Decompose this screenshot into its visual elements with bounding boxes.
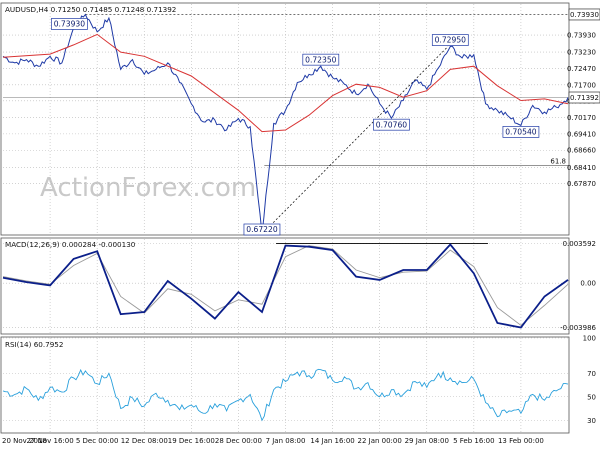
chart-root: AUDUSD,H4 0.71250 0.71485 0.71248 0.7139… [0,0,600,450]
price-annotation-label: 0.67220 [246,225,278,234]
y-tick-label: 0.68410 [567,164,596,172]
macd-panel-title: MACD(12,26,9) 0.000284 -0.000130 [5,240,136,249]
rsi-panel-title: RSI(14) 60.7952 [5,340,63,349]
x-tick-label: 5 Feb 16:00 [453,437,494,445]
y-tick-label: 0.70170 [567,114,596,122]
x-axis: 20 Nov 201827 Nov 16:00 5 Dec 00:00 12 Dec… [2,437,544,445]
x-tick-label: 27 Nov 16:00 [26,437,73,445]
y-tick-label: 100 [583,335,596,343]
resistance-tag-label: 0.73930 [570,11,599,19]
fib-level-label: 61.8 [550,157,566,165]
x-tick-label: 12 Dec 08:00 [121,437,168,445]
y-tick-label: 70 [587,370,596,378]
y-tick-label: 0.00 [580,280,596,288]
current-price-tag-label: 0.71392 [570,94,599,102]
y-tick-label: 0.72470 [567,65,596,73]
watermark: ActionForex.com [40,173,256,203]
y-tick-label: 30 [587,417,596,425]
price-annotation-label: 0.73930 [54,20,86,29]
y-tick-label: 50 [587,393,596,401]
x-tick-label: 22 Jan 00:00 [358,437,402,445]
x-tick-label: 29 Jan 08:00 [405,437,449,445]
price-annotation-label: 0.70540 [505,128,537,137]
y-tick-label: 0.68660 [567,147,596,155]
y-tick-label: 0.67870 [567,180,596,188]
chart-background [0,0,600,450]
y-tick-label: -0.003986 [560,324,596,332]
price-annotation-label: 0.70760 [376,120,408,129]
x-tick-label: 19 Dec 16:00 [168,437,215,445]
x-tick-label: 13 Feb 00:00 [498,437,544,445]
x-tick-label: 14 Jan 16:00 [310,437,354,445]
y-tick-label: 0.73230 [567,49,596,57]
y-tick-label: 0.003592 [563,240,596,248]
x-tick-label: 28 Dec 00:00 [215,437,262,445]
price-panel-title: AUDUSD,H4 0.71250 0.71485 0.71248 0.7139… [5,5,176,14]
price-annotation-label: 0.72350 [305,55,337,64]
chart-canvas: AUDUSD,H4 0.71250 0.71485 0.71248 0.7139… [0,0,600,450]
y-tick-label: 0.73930 [567,32,596,40]
x-tick-label: 5 Dec 00:00 [76,437,119,445]
y-tick-label: 0.71700 [567,81,596,89]
y-tick-label: 0.69410 [567,130,596,138]
price-annotation-label: 0.72950 [435,36,467,45]
x-tick-label: 7 Jan 08:00 [266,437,306,445]
